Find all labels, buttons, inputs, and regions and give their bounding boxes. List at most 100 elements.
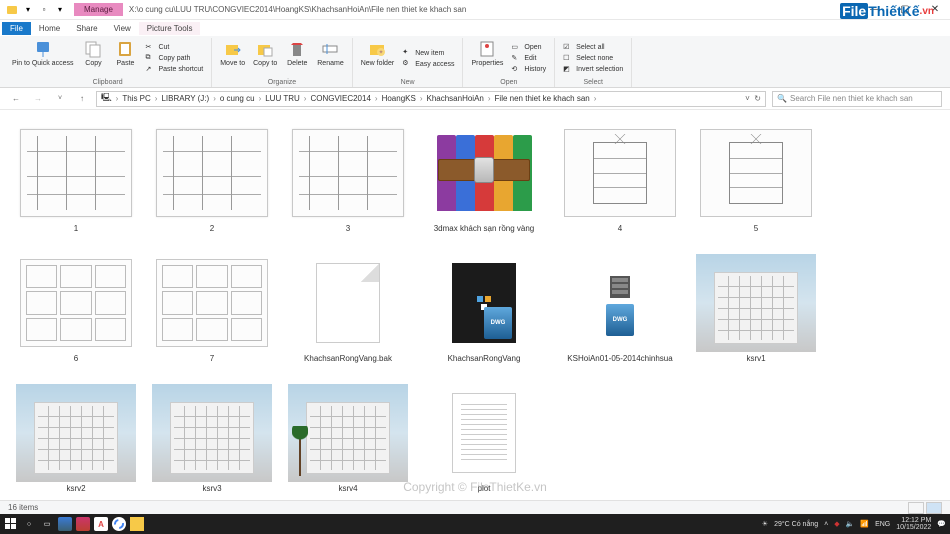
address-bar[interactable]: 🖳 › This PC ›LIBRARY (J:) ›o cung cu ›LU… <box>96 91 766 107</box>
group-organize: Organize <box>218 79 346 87</box>
file-view[interactable]: 1233dmax khách sạn rồng vàng4567Khachsan… <box>0 110 950 500</box>
file-item[interactable]: 5 <box>688 120 824 250</box>
crumb-root[interactable]: This PC <box>122 94 150 103</box>
status-bar: 16 items <box>0 500 950 514</box>
moveto-icon <box>224 40 242 58</box>
up-button[interactable]: ↑ <box>74 91 90 107</box>
file-item[interactable]: DWGKSHoiAn01-05-2014chinhsua <box>552 250 688 380</box>
window-title: X:\o cung cu\LUU TRU\CONGVIEC2014\HoangK… <box>123 5 860 14</box>
select-none-button[interactable]: ☐Select none <box>561 54 625 64</box>
start-button[interactable] <box>4 517 18 531</box>
file-item[interactable]: 3dmax khách sạn rồng vàng <box>416 120 552 250</box>
rename-icon <box>321 40 339 58</box>
copyto-button[interactable]: Copy to <box>251 38 279 79</box>
open-button[interactable]: ▭Open <box>509 43 548 53</box>
new-folder-button[interactable]: ✦New folder <box>359 38 396 79</box>
file-item[interactable]: 1 <box>8 120 144 250</box>
file-label: ksrv1 <box>746 354 765 364</box>
forward-button[interactable]: → <box>30 91 46 107</box>
file-item[interactable]: ksrv3 <box>144 380 280 500</box>
group-open: Open <box>469 79 548 87</box>
clock[interactable]: 12:12 PM 10/15/2022 <box>896 517 931 531</box>
tray-icon[interactable]: 🔈 <box>846 520 855 528</box>
pin-quickaccess-button[interactable]: Pin to Quick access <box>10 38 75 79</box>
copy-button[interactable]: Copy <box>79 38 107 79</box>
back-button[interactable]: ← <box>8 91 24 107</box>
edit-icon: ✎ <box>511 54 521 64</box>
view-icons-button[interactable] <box>926 502 942 514</box>
file-item[interactable]: 4 <box>552 120 688 250</box>
easy-access-button[interactable]: ⚙Easy access <box>400 59 456 69</box>
crumb[interactable]: CONGVIEC2014 <box>310 94 370 103</box>
file-item[interactable]: ksrv1 <box>688 250 824 380</box>
qat-props-icon[interactable]: ▫ <box>38 4 50 16</box>
file-item[interactable]: 7 <box>144 250 280 380</box>
tray-chevron-icon[interactable]: ˄ <box>824 521 828 528</box>
context-tab-manage: Manage <box>74 3 123 16</box>
task-app[interactable] <box>130 517 144 531</box>
crumb[interactable]: HoangKS <box>382 94 416 103</box>
refresh-dropdown[interactable]: ˅ ↻ <box>745 94 761 103</box>
crumb[interactable]: File nen thiet ke khach san <box>495 94 590 103</box>
view-details-button[interactable] <box>908 502 924 514</box>
task-search-button[interactable]: ○ <box>22 517 36 531</box>
tab-view[interactable]: View <box>106 22 139 35</box>
file-label: ksrv3 <box>202 484 221 494</box>
delete-button[interactable]: Delete <box>283 38 311 79</box>
tab-share[interactable]: Share <box>68 22 105 35</box>
copy-path-button[interactable]: ⧉Copy path <box>143 54 205 64</box>
paste-button[interactable]: Paste <box>111 38 139 79</box>
paste-shortcut-button[interactable]: ↗Paste shortcut <box>143 65 205 75</box>
file-label: 5 <box>754 224 758 234</box>
rename-button[interactable]: Rename <box>315 38 345 79</box>
search-box[interactable]: 🔍 Search File nen thiet ke khach san <box>772 91 942 107</box>
ribbon: Pin to Quick access Copy Paste ✂Cut ⧉Cop… <box>0 36 950 88</box>
invert-selection-button[interactable]: ◩Invert selection <box>561 65 625 75</box>
history-button[interactable]: ⟲History <box>509 65 548 75</box>
crumb[interactable]: o cung cu <box>220 94 255 103</box>
file-thumbnail <box>288 384 408 482</box>
file-thumbnail <box>152 254 272 352</box>
history-icon: ⟲ <box>511 65 521 75</box>
task-view-button[interactable]: ▭ <box>40 517 54 531</box>
crumb[interactable]: KhachsanHoiAn <box>427 94 484 103</box>
properties-button[interactable]: Properties <box>469 38 505 79</box>
edit-button[interactable]: ✎Edit <box>509 54 548 64</box>
file-label: KhachsanRongVang <box>448 354 521 364</box>
task-app[interactable]: A <box>94 517 108 531</box>
tray-icon[interactable]: 📶 <box>860 520 869 528</box>
titlebar: ▾ ▫ ▾ Manage X:\o cung cu\LUU TRU\CONGVI… <box>0 0 950 20</box>
weather-icon[interactable]: ☀ <box>762 520 768 528</box>
tab-picture-tools[interactable]: Picture Tools <box>139 22 201 35</box>
invert-icon: ◩ <box>563 65 573 75</box>
file-item[interactable]: 6 <box>8 250 144 380</box>
file-item[interactable]: KhachsanRongVang.bak <box>280 250 416 380</box>
file-item[interactable]: DWGKhachsanRongVang <box>416 250 552 380</box>
task-app[interactable] <box>112 517 126 531</box>
file-item[interactable]: 3 <box>280 120 416 250</box>
tray-lang[interactable]: ENG <box>875 521 890 528</box>
weather-text[interactable]: 29°C Có nắng <box>774 521 818 528</box>
recent-dropdown[interactable]: ˅ <box>52 91 68 107</box>
crumb[interactable]: LIBRARY (J:) <box>161 94 209 103</box>
file-label: 3dmax khách sạn rồng vàng <box>434 224 535 234</box>
cut-button[interactable]: ✂Cut <box>143 43 205 53</box>
file-item[interactable]: 2 <box>144 120 280 250</box>
task-app[interactable] <box>76 517 90 531</box>
qat-dropdown-icon[interactable]: ▾ <box>22 4 34 16</box>
tab-file[interactable]: File <box>2 22 31 35</box>
file-thumbnail <box>16 124 136 222</box>
select-all-button[interactable]: ☑Select all <box>561 43 625 53</box>
selectnone-icon: ☐ <box>563 54 573 64</box>
qat-new-icon[interactable]: ▾ <box>54 4 66 16</box>
new-item-button[interactable]: ✦New item <box>400 48 456 58</box>
file-item[interactable]: ksrv2 <box>8 380 144 500</box>
crumb[interactable]: LUU TRU <box>265 94 300 103</box>
moveto-button[interactable]: Move to <box>218 38 247 79</box>
task-app[interactable] <box>58 517 72 531</box>
file-label: 1 <box>74 224 78 234</box>
notification-icon[interactable]: 💬 <box>937 520 946 528</box>
file-item[interactable]: ksrv4 <box>280 380 416 500</box>
tray-icon[interactable]: ◆ <box>834 520 839 528</box>
tab-home[interactable]: Home <box>31 22 68 35</box>
